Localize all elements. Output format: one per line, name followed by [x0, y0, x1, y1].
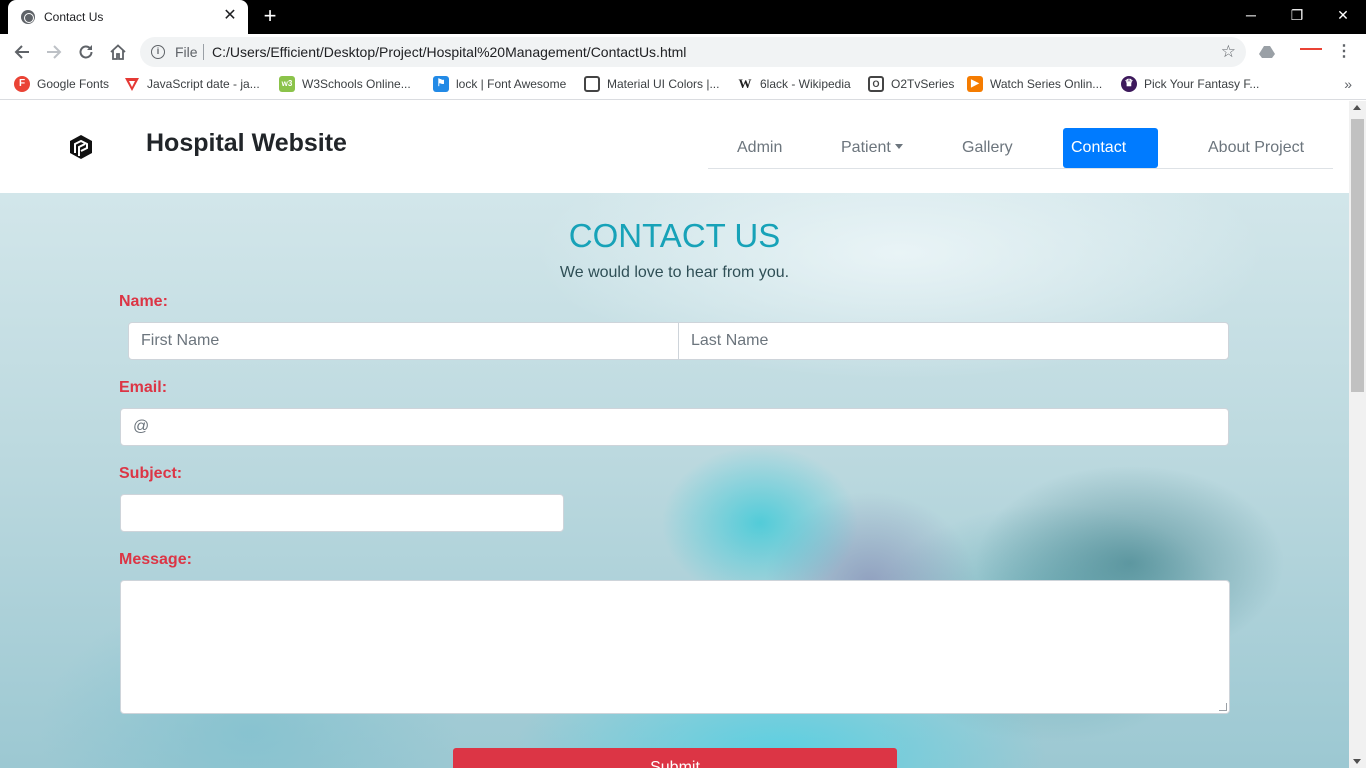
message-textarea[interactable] — [120, 580, 1230, 714]
home-icon[interactable] — [104, 38, 132, 66]
last-name-input[interactable]: Last Name — [678, 322, 1229, 360]
url-text[interactable]: C:/Users/Efficient/Desktop/Project/Hospi… — [212, 44, 686, 60]
email-label: Email: — [119, 379, 168, 396]
first-name-placeholder: First Name — [141, 332, 220, 349]
restore-icon[interactable]: ❐ — [1274, 0, 1320, 30]
google-drive-icon[interactable] — [1259, 44, 1275, 60]
new-tab-icon[interactable]: + — [258, 4, 282, 28]
browser-toolbar: i File C:/Users/Efficient/Desktop/Projec… — [0, 34, 1366, 70]
resize-handle-icon[interactable] — [1219, 703, 1227, 711]
bookmark-item[interactable]: w3 W3Schools Online... — [279, 76, 411, 94]
nav-admin[interactable]: Admin — [729, 128, 790, 168]
extension-icon[interactable] — [1300, 48, 1322, 52]
google-fonts-icon: F — [14, 76, 30, 92]
submit-button[interactable]: Submit — [453, 748, 897, 768]
page-viewport: Hospital Website Admin Patient Gallery C… — [0, 101, 1366, 768]
bookmark-item[interactable]: O O2TvSeries — [868, 76, 954, 94]
nav-patient-dropdown[interactable]: Patient — [833, 128, 911, 168]
bookmark-item[interactable]: ♛ Pick Your Fantasy F... — [1121, 76, 1259, 94]
browser-tab-strip: Contact Us ✕ + ─ ❐ ✕ — [0, 0, 1366, 34]
o2tvseries-icon: O — [868, 76, 884, 92]
info-icon[interactable]: i — [151, 45, 165, 59]
nav-patient-label: Patient — [841, 139, 891, 156]
bookmark-item[interactable]: ▶ Watch Series Onlin... — [967, 76, 1102, 94]
contact-section: CONTACT US We would love to hear from yo… — [0, 193, 1349, 768]
scroll-up-arrow-icon[interactable] — [1353, 105, 1361, 110]
w3schools-icon: w3 — [279, 76, 295, 92]
tab-title: Contact Us — [44, 10, 104, 24]
premier-league-icon: ♛ — [1121, 76, 1137, 92]
last-name-placeholder: Last Name — [691, 332, 769, 349]
site-navbar: Hospital Website Admin Patient Gallery C… — [0, 101, 1349, 196]
nav-divider — [708, 168, 1333, 169]
back-icon[interactable] — [8, 38, 36, 66]
address-bar[interactable]: i File C:/Users/Efficient/Desktop/Projec… — [140, 37, 1246, 67]
caret-down-icon — [894, 144, 903, 149]
email-input[interactable]: @ — [120, 408, 1229, 446]
globe-icon — [21, 10, 35, 24]
first-name-input[interactable]: First Name — [128, 322, 679, 360]
page-title: CONTACT US — [568, 217, 781, 254]
minimize-icon[interactable]: ─ — [1228, 0, 1274, 30]
hospital-logo-icon[interactable] — [66, 132, 96, 162]
bookmark-item[interactable]: F Google Fonts — [14, 76, 109, 94]
email-placeholder: @ — [133, 418, 150, 435]
message-label: Message: — [119, 551, 192, 568]
menu-icon[interactable]: ⋮ — [1336, 40, 1352, 64]
bookmark-item[interactable]: W 6lack - Wikipedia — [737, 76, 851, 94]
brand-title[interactable]: Hospital Website — [146, 129, 347, 158]
more-bookmarks-icon[interactable]: » — [1344, 76, 1352, 92]
bookmarks-bar: F Google Fonts JavaScript date - ja... w3… — [0, 70, 1366, 100]
window-close-icon[interactable]: ✕ — [1320, 0, 1366, 30]
material-ui-icon — [584, 76, 600, 92]
address-separator — [203, 44, 204, 60]
scrollbar-thumb[interactable] — [1351, 119, 1364, 392]
url-scheme: File — [175, 44, 198, 60]
nav-gallery[interactable]: Gallery — [954, 128, 1021, 168]
browser-tab[interactable]: Contact Us ✕ — [8, 0, 248, 34]
forward-icon[interactable] — [40, 38, 68, 66]
watch-series-icon: ▶ — [967, 76, 983, 92]
page-scrollbar[interactable] — [1349, 101, 1366, 768]
scroll-down-arrow-icon[interactable] — [1353, 759, 1361, 764]
name-label: Name: — [119, 293, 168, 310]
reload-icon[interactable] — [72, 38, 100, 66]
close-tab-icon[interactable]: ✕ — [220, 6, 240, 26]
subject-label: Subject: — [119, 465, 183, 482]
page-subtitle: We would love to hear from you. — [559, 264, 790, 281]
subject-input[interactable] — [120, 494, 564, 532]
font-awesome-flag-icon: ⚑ — [433, 76, 449, 92]
nav-about-project[interactable]: About Project — [1200, 128, 1312, 168]
bookmark-item[interactable]: JavaScript date - ja... — [124, 76, 260, 94]
bookmark-star-icon[interactable]: ☆ — [1221, 42, 1236, 62]
javascript-date-icon — [124, 76, 140, 92]
bookmark-item[interactable]: Material UI Colors |... — [584, 76, 719, 94]
nav-contact-us[interactable]: Contact Us — [1063, 128, 1158, 196]
bookmark-item[interactable]: ⚑ lock | Font Awesome — [433, 76, 566, 94]
wikipedia-icon: W — [737, 76, 753, 92]
